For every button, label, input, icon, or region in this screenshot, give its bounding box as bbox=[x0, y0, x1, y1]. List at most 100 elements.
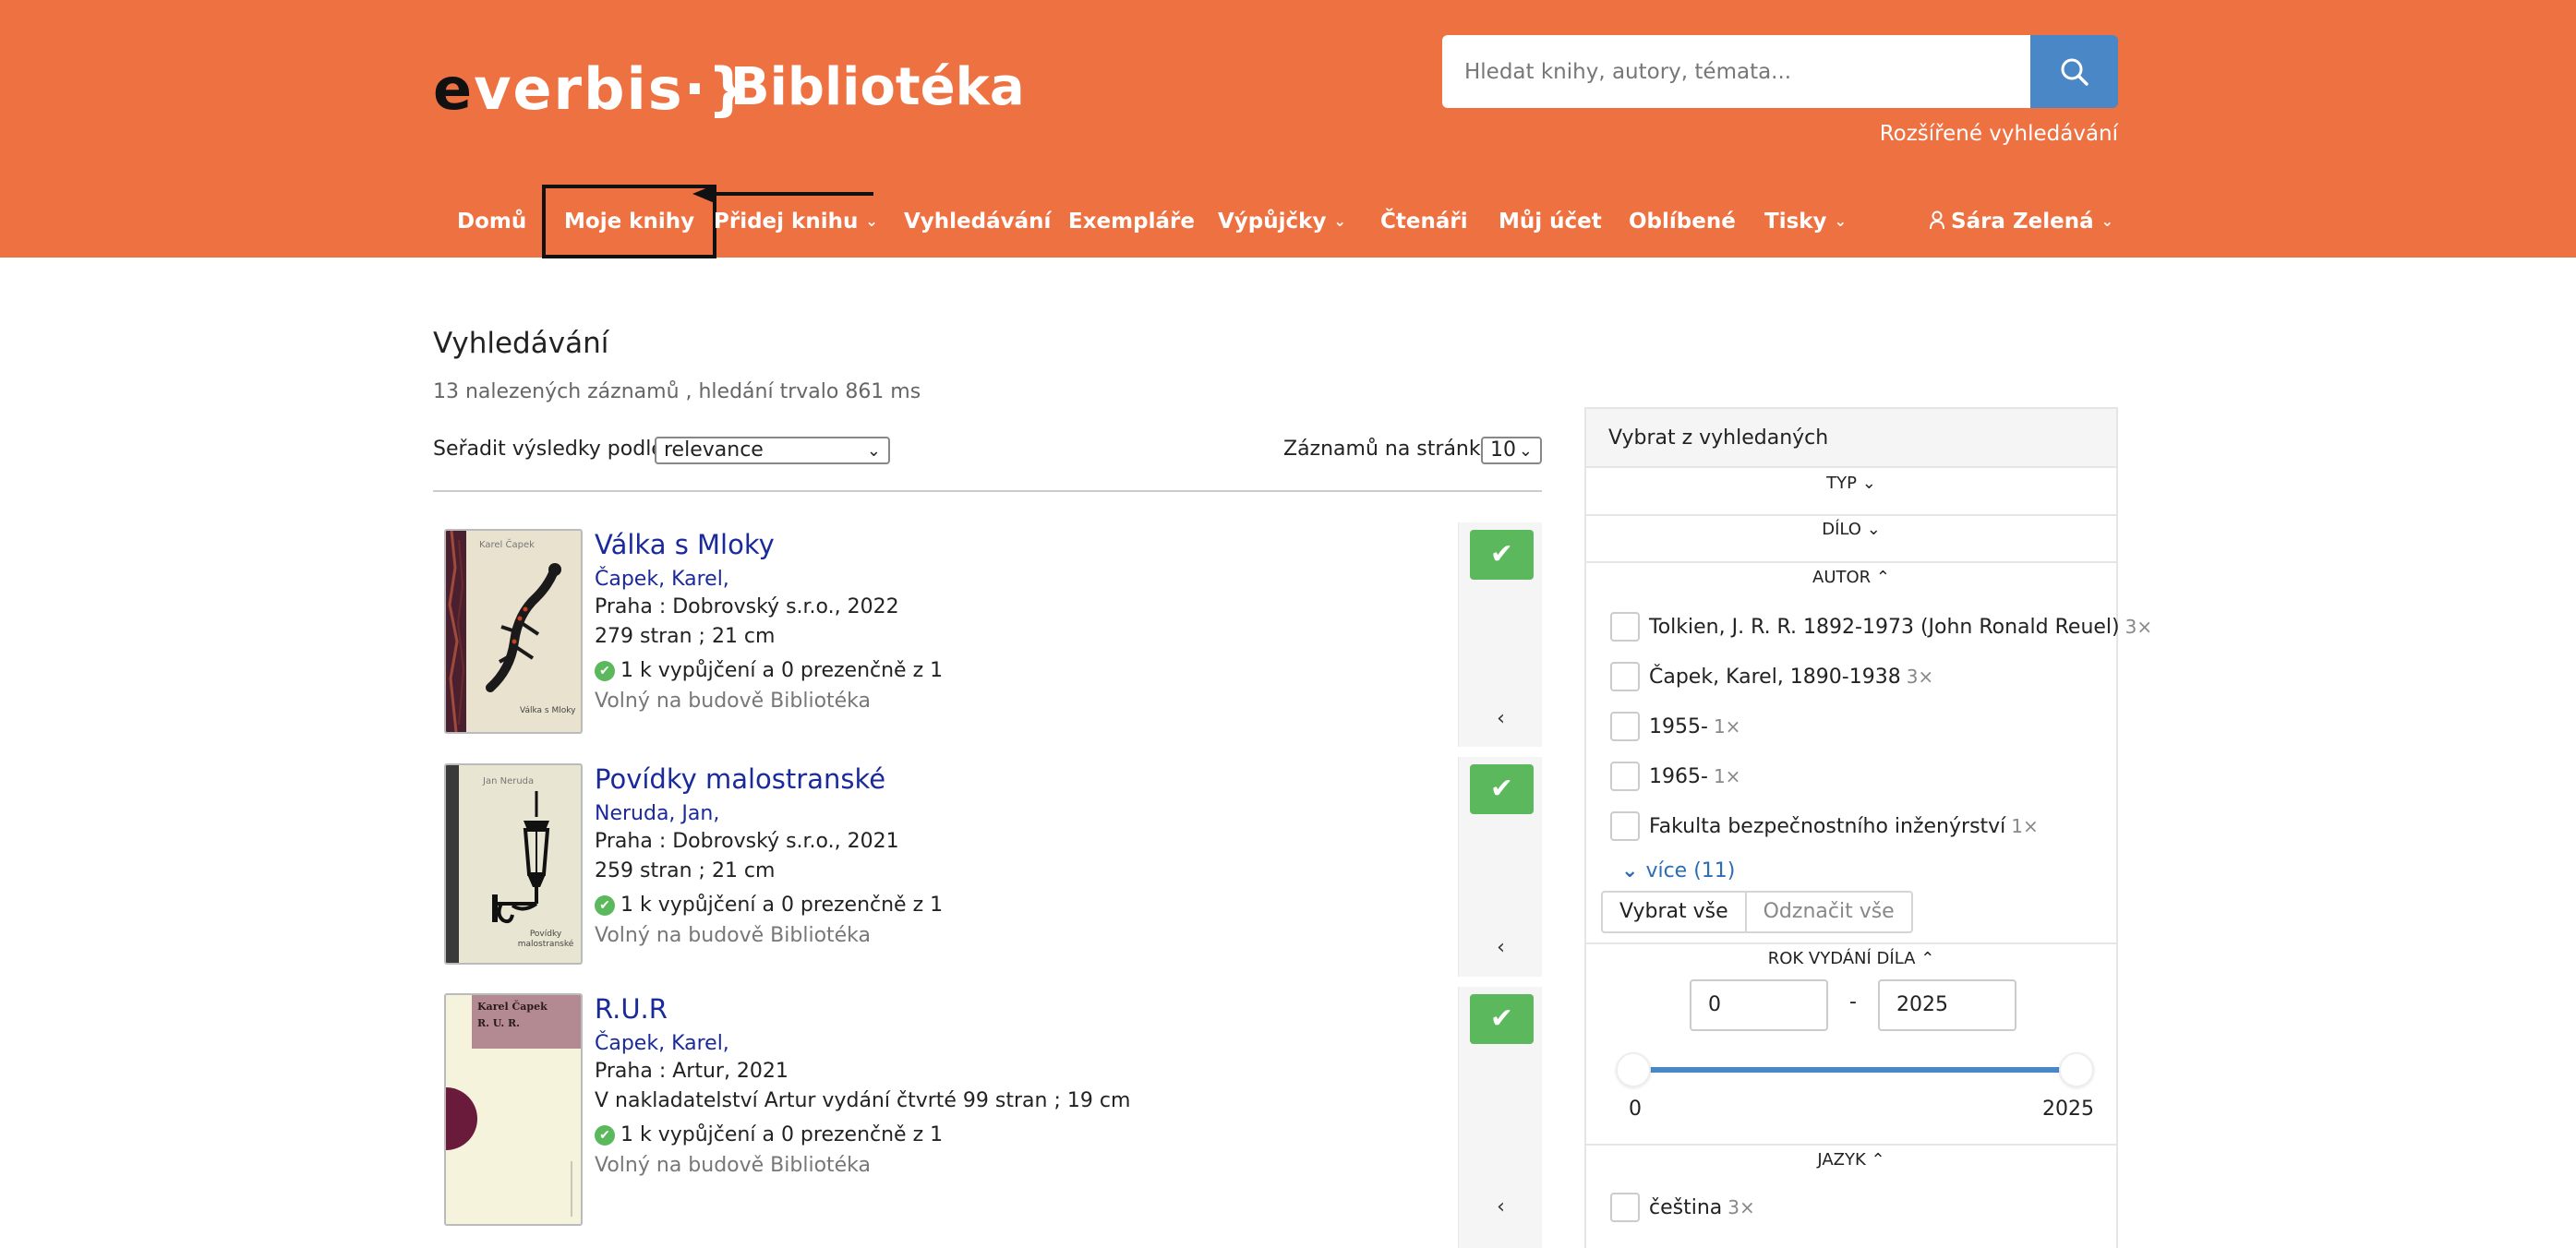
facet-label: AUTOR bbox=[1812, 568, 1872, 587]
divider bbox=[433, 490, 1542, 492]
slider-handle-min[interactable] bbox=[1616, 1052, 1651, 1087]
search-input[interactable] bbox=[1442, 35, 2030, 108]
checkbox[interactable] bbox=[1610, 712, 1640, 741]
select-result-button[interactable]: ✔ bbox=[1470, 764, 1534, 814]
nav-label: Domů bbox=[457, 210, 527, 234]
select-result-button[interactable]: ✔ bbox=[1470, 530, 1534, 580]
nav-item-loans[interactable]: Výpůjčky ⌄ bbox=[1218, 194, 1346, 249]
cover-author: Jan Neruda bbox=[483, 776, 535, 786]
selection-buttons: Vybrat vše Odznačit vše bbox=[1601, 891, 1913, 933]
year-to-input[interactable]: 2025 bbox=[1878, 979, 2016, 1031]
facet-label: ROK VYDÁNÍ DÍLA bbox=[1767, 949, 1916, 968]
nav-item-prints[interactable]: Tisky ⌄ bbox=[1764, 194, 1847, 249]
nav-item-favorites[interactable]: Oblíbené bbox=[1629, 194, 1736, 249]
year-slider-track[interactable] bbox=[1629, 1067, 2076, 1073]
option-label: 1955- bbox=[1649, 714, 1708, 738]
check-circle-icon: ✔ bbox=[595, 1124, 615, 1146]
option-label: Fakulta bezpečnostního inženýrství bbox=[1649, 814, 2006, 838]
book-cover[interactable]: Karel Čapek Válka s Mloky bbox=[444, 529, 583, 734]
checkbox[interactable] bbox=[1610, 762, 1640, 791]
book-cover[interactable]: Karel Čapek R. U. R. bbox=[444, 993, 583, 1226]
chevron-up-icon: ⌃ bbox=[1920, 949, 1935, 968]
facet-language-toggle[interactable]: JAZYK ⌃ bbox=[1586, 1150, 2116, 1170]
result-actions: ✔ ‹ bbox=[1458, 757, 1542, 977]
option-count: 1× bbox=[1713, 765, 1741, 787]
nav-label: Čtenáři bbox=[1380, 210, 1468, 234]
facet-type-toggle[interactable]: TYP ⌄ bbox=[1586, 474, 2116, 493]
cover-title: Povídky malostranské bbox=[517, 930, 574, 949]
nav-item-home[interactable]: Domů bbox=[457, 194, 526, 249]
search-icon bbox=[2061, 58, 2088, 86]
option-label: 1965- bbox=[1649, 764, 1708, 788]
chevron-left-icon[interactable]: ‹ bbox=[1459, 936, 1543, 959]
divider bbox=[1586, 561, 2116, 563]
site-header: everbis·} Bibliotéka Rozšířené vyhledává… bbox=[0, 0, 2576, 258]
facet-label: JAZYK bbox=[1817, 1150, 1866, 1170]
facet-option[interactable]: 1965- 1× bbox=[1610, 761, 1740, 792]
result-author-link[interactable]: Neruda, Jan, bbox=[595, 802, 719, 825]
nav-item-my-account[interactable]: Můj účet bbox=[1499, 194, 1602, 249]
deselect-all-button[interactable]: Odznačit vše bbox=[1746, 891, 1913, 933]
slider-handle-max[interactable] bbox=[2059, 1052, 2094, 1087]
more-label: více (11) bbox=[1645, 859, 1736, 882]
checkbox[interactable] bbox=[1610, 1193, 1640, 1222]
chevron-left-icon[interactable]: ‹ bbox=[1459, 707, 1543, 730]
facet-option[interactable]: 1955- 1× bbox=[1610, 711, 1740, 742]
result-title-link[interactable]: Povídky malostranské bbox=[595, 763, 885, 795]
availability-text: 1 k vypůjčení a 0 prezenčně z 1 bbox=[620, 1123, 944, 1146]
page-title: Vyhledávání bbox=[433, 327, 609, 360]
facet-option[interactable]: Tolkien, J. R. R. 1892-1973 (John Ronald… bbox=[1610, 611, 2152, 642]
divider bbox=[1586, 1144, 2116, 1146]
chevron-left-icon[interactable]: ‹ bbox=[1459, 1195, 1543, 1218]
option-label: Čapek, Karel, 1890-1938 bbox=[1649, 665, 1901, 689]
result-item: Karel Čapek R. U. R. R.U.R Čapek, Karel,… bbox=[433, 987, 1543, 1248]
rur-cover-image bbox=[446, 995, 581, 1217]
option-label: Tolkien, J. R. R. 1892-1973 (John Ronald… bbox=[1649, 615, 2120, 639]
facet-option[interactable]: Čapek, Karel, 1890-1938 3× bbox=[1610, 661, 1933, 692]
result-location: Volný na budově Bibliotéka bbox=[595, 690, 872, 713]
nav-label: Můj účet bbox=[1499, 210, 1602, 234]
sort-select[interactable]: relevance ⌄ bbox=[655, 437, 890, 464]
nav-item-readers[interactable]: Čtenáři bbox=[1380, 194, 1468, 249]
search-button[interactable] bbox=[2030, 35, 2118, 108]
select-result-button[interactable]: ✔ bbox=[1470, 994, 1534, 1044]
result-author-link[interactable]: Čapek, Karel, bbox=[595, 1032, 729, 1055]
facet-option[interactable]: Fakulta bezpečnostního inženýrství 1× bbox=[1610, 810, 2039, 842]
book-cover[interactable]: Jan Neruda Povídky malostranské bbox=[444, 763, 583, 965]
option-count: 3× bbox=[2125, 616, 2153, 638]
chevron-down-icon: ⌄ bbox=[1621, 859, 1639, 882]
nav-user-menu[interactable]: Sára Zelená ⌄ bbox=[1929, 194, 2113, 249]
facet-work-toggle[interactable]: DÍLO ⌄ bbox=[1586, 520, 2116, 539]
year-from-input[interactable]: 0 bbox=[1690, 979, 1828, 1031]
result-title-link[interactable]: Válka s Mloky bbox=[595, 529, 775, 560]
nav-item-copies[interactable]: Exempláře bbox=[1068, 194, 1195, 249]
check-circle-icon: ✔ bbox=[595, 894, 615, 916]
facet-label: DÍLO bbox=[1822, 520, 1861, 539]
checkbox[interactable] bbox=[1610, 811, 1640, 841]
nav-label: Exempláře bbox=[1068, 210, 1195, 234]
site-title[interactable]: Bibliotéka bbox=[730, 55, 1025, 120]
result-title-link[interactable]: R.U.R bbox=[595, 993, 668, 1025]
result-availability: ✔ 1 k vypůjčení a 0 prezenčně z 1 bbox=[595, 894, 943, 917]
nav-item-my-books[interactable]: Moje knihy bbox=[542, 185, 717, 258]
facet-option[interactable]: čeština 3× bbox=[1610, 1192, 1755, 1223]
divider bbox=[1586, 942, 2116, 944]
slider-max-label: 2025 bbox=[2042, 1098, 2094, 1121]
availability-text: 1 k vypůjčení a 0 prezenčně z 1 bbox=[620, 659, 944, 682]
sidebar-title: Vybrat z vyhledaných bbox=[1586, 409, 2116, 468]
annotation-arrow-icon bbox=[692, 185, 873, 203]
search-box bbox=[1442, 35, 2030, 108]
result-author-link[interactable]: Čapek, Karel, bbox=[595, 568, 729, 591]
select-all-button[interactable]: Vybrat vše bbox=[1601, 891, 1747, 933]
per-page-select[interactable]: 10 ⌄ bbox=[1481, 437, 1542, 464]
checkbox[interactable] bbox=[1610, 662, 1640, 691]
advanced-search-link[interactable]: Rozšířené vyhledávání bbox=[1847, 122, 2118, 146]
option-label: čeština bbox=[1649, 1195, 1723, 1219]
nav-item-search[interactable]: Vyhledávání bbox=[904, 194, 1051, 249]
everbis-logo[interactable]: everbis·} bbox=[433, 57, 750, 122]
facet-year-toggle[interactable]: ROK VYDÁNÍ DÍLA ⌃ bbox=[1586, 949, 2116, 968]
checkbox[interactable] bbox=[1610, 612, 1640, 642]
cover-title: Válka s Mloky bbox=[520, 706, 576, 715]
show-more-link[interactable]: ⌄ více (11) bbox=[1621, 859, 1735, 882]
facet-author-toggle[interactable]: AUTOR ⌃ bbox=[1586, 568, 2116, 587]
